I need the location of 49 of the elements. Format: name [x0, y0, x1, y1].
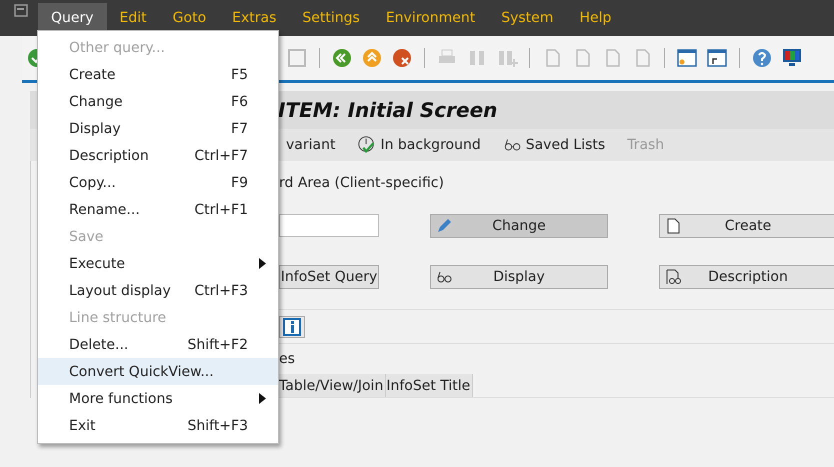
menu-item[interactable]: Rename... Ctrl+F1	[38, 196, 278, 223]
menu-title[interactable]: Goto	[160, 3, 220, 33]
menu-title[interactable]: System	[488, 3, 566, 33]
save-icon[interactable]	[286, 47, 308, 69]
menu-item[interactable]: Display F7	[38, 115, 278, 142]
menu-item[interactable]: Exit Shift+F3	[38, 412, 278, 439]
cancel-icon[interactable]	[391, 47, 413, 69]
toolbar-button[interactable]: Saved Lists	[502, 135, 606, 155]
menu-item[interactable]: Layout display Ctrl+F3	[38, 277, 278, 304]
action-button[interactable]: Description	[659, 265, 834, 289]
menu-title[interactable]: Help	[566, 3, 624, 33]
work-area-label: rd Area (Client-specific)	[279, 174, 445, 193]
menu-item[interactable]: Delete... Shift+F2	[38, 331, 278, 358]
toolbar-button[interactable]: In background	[357, 135, 481, 155]
screen-title: ITEM: Initial Screen	[278, 98, 498, 122]
column-header[interactable]: Table/View/Join	[279, 374, 386, 397]
window-menu-icon[interactable]	[14, 4, 30, 18]
back-icon[interactable]	[331, 47, 353, 69]
menu-title[interactable]: Edit	[106, 3, 160, 33]
menu-item[interactable]: Copy... F9	[38, 169, 278, 196]
monitor-icon[interactable]	[781, 47, 803, 69]
action-button[interactable]: Create	[659, 214, 834, 238]
info-button[interactable]	[279, 316, 305, 338]
menu-item[interactable]: Execute	[38, 250, 278, 277]
exit-icon[interactable]	[361, 47, 383, 69]
shortcut-window-icon[interactable]	[706, 47, 728, 69]
glasses-icon	[436, 269, 454, 285]
input-field[interactable]	[279, 214, 379, 237]
document-glasses-icon	[665, 269, 683, 285]
menu-item[interactable]: Description Ctrl+F7	[38, 142, 278, 169]
column-header[interactable]: InfoSet Title	[386, 374, 474, 397]
menu-title[interactable]: Settings	[289, 3, 373, 33]
new-window-icon[interactable]	[676, 47, 698, 69]
menu-title[interactable]: Query	[38, 3, 107, 33]
menu-item[interactable]: Change F6	[38, 88, 278, 115]
submenu-arrow-icon	[259, 393, 266, 404]
toolbar-button[interactable]: variant	[286, 137, 336, 153]
menu-title[interactable]: Extras	[219, 3, 290, 33]
help-icon[interactable]	[751, 47, 773, 69]
menu-item[interactable]: Convert QuickView...	[38, 358, 278, 385]
menu-item[interactable]: More functions	[38, 385, 278, 412]
pencil-icon	[436, 218, 454, 234]
action-button[interactable]: Change	[430, 214, 608, 238]
submenu-arrow-icon	[259, 258, 266, 269]
action-button[interactable]: Display	[430, 265, 608, 289]
action-button[interactable]: InfoSet Query	[279, 265, 379, 289]
list-title: es	[279, 350, 296, 369]
menu-title[interactable]: Environment	[372, 3, 488, 33]
menu-item[interactable]: Create F5	[38, 61, 278, 88]
